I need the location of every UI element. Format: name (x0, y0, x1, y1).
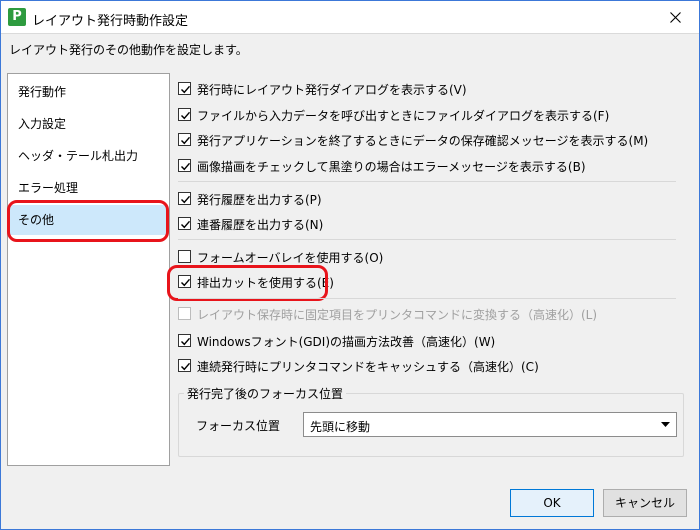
sidebar-item-header-tail-output[interactable]: ヘッダ・テール札出力 (10, 141, 167, 171)
separator (178, 181, 676, 182)
option-label: 発行時にレイアウト発行ダイアログを表示する(V) (197, 83, 467, 97)
dialog-window: P レイアウト発行時動作設定 レイアウト発行のその他動作を設定します。 発行動作… (0, 0, 700, 530)
chevron-down-icon (661, 422, 670, 427)
sidebar-item-input-settings[interactable]: 入力設定 (10, 109, 167, 139)
check-icon (181, 337, 191, 346)
focus-position-value: 先頭に移動 (310, 420, 371, 434)
option-label: フォームオーバレイを使用する(O) (197, 251, 384, 265)
category-list: 発行動作 入力設定 ヘッダ・テール札出力 エラー処理 その他 (7, 73, 170, 466)
check-icon (181, 195, 191, 204)
separator (178, 239, 676, 240)
checkbox[interactable] (178, 334, 191, 347)
checkbox[interactable] (178, 82, 191, 95)
app-icon: P (8, 8, 26, 26)
focus-group-title: 発行完了後のフォーカス位置 (184, 385, 347, 402)
option-label: ファイルから入力データを呼び出すときにファイルダイアログを表示する(F) (197, 109, 610, 123)
option-label: 連番履歴を出力する(N) (197, 218, 324, 232)
sidebar-item-error-handling[interactable]: エラー処理 (10, 173, 167, 203)
focus-position-select[interactable]: 先頭に移動 (303, 412, 677, 437)
title-bar: P レイアウト発行時動作設定 (1, 1, 699, 34)
check-icon (181, 162, 191, 171)
check-icon (181, 278, 191, 287)
check-icon (181, 136, 191, 145)
close-button[interactable] (653, 1, 699, 34)
ok-button[interactable]: OK (510, 489, 594, 517)
option-label: レイアウト保存時に固定項目をプリンタコマンドに変換する（高速化）(L) (197, 308, 598, 322)
checkbox[interactable] (178, 192, 191, 205)
checkbox[interactable] (178, 217, 191, 230)
checkbox[interactable] (178, 159, 191, 172)
check-icon (181, 220, 191, 229)
option-label: 排出カットを使用する(E) (197, 276, 334, 290)
option-label: 発行履歴を出力する(P) (197, 193, 322, 207)
window-title: レイアウト発行時動作設定 (32, 14, 189, 29)
checkbox[interactable] (178, 250, 191, 263)
checkbox[interactable] (178, 133, 191, 146)
option-label: Windowsフォント(GDI)の描画方法改善（高速化）(W) (197, 335, 496, 349)
description-text: レイアウト発行のその他動作を設定します。 (9, 43, 248, 57)
checkbox[interactable] (178, 275, 191, 288)
option-label: 連続発行時にプリンタコマンドをキャッシュする（高速化）(C) (197, 360, 539, 374)
separator (178, 298, 676, 299)
focus-position-label: フォーカス位置 (196, 419, 281, 433)
option-label: 画像描画をチェックして黒塗りの場合はエラーメッセージを表示する(B) (197, 160, 586, 174)
close-icon (670, 12, 681, 23)
check-icon (181, 362, 191, 371)
checkbox (178, 307, 191, 320)
check-icon (181, 85, 191, 94)
cancel-button[interactable]: キャンセル (603, 489, 687, 517)
sidebar-item-other[interactable]: その他 (10, 205, 167, 235)
option-label: 発行アプリケーションを終了するときにデータの保存確認メッセージを表示する(M) (197, 134, 649, 148)
checkbox[interactable] (178, 359, 191, 372)
check-icon (181, 111, 191, 120)
checkbox[interactable] (178, 108, 191, 121)
description-bar: レイアウト発行のその他動作を設定します。 (1, 35, 699, 61)
sidebar-item-issue-action[interactable]: 発行動作 (10, 77, 167, 107)
